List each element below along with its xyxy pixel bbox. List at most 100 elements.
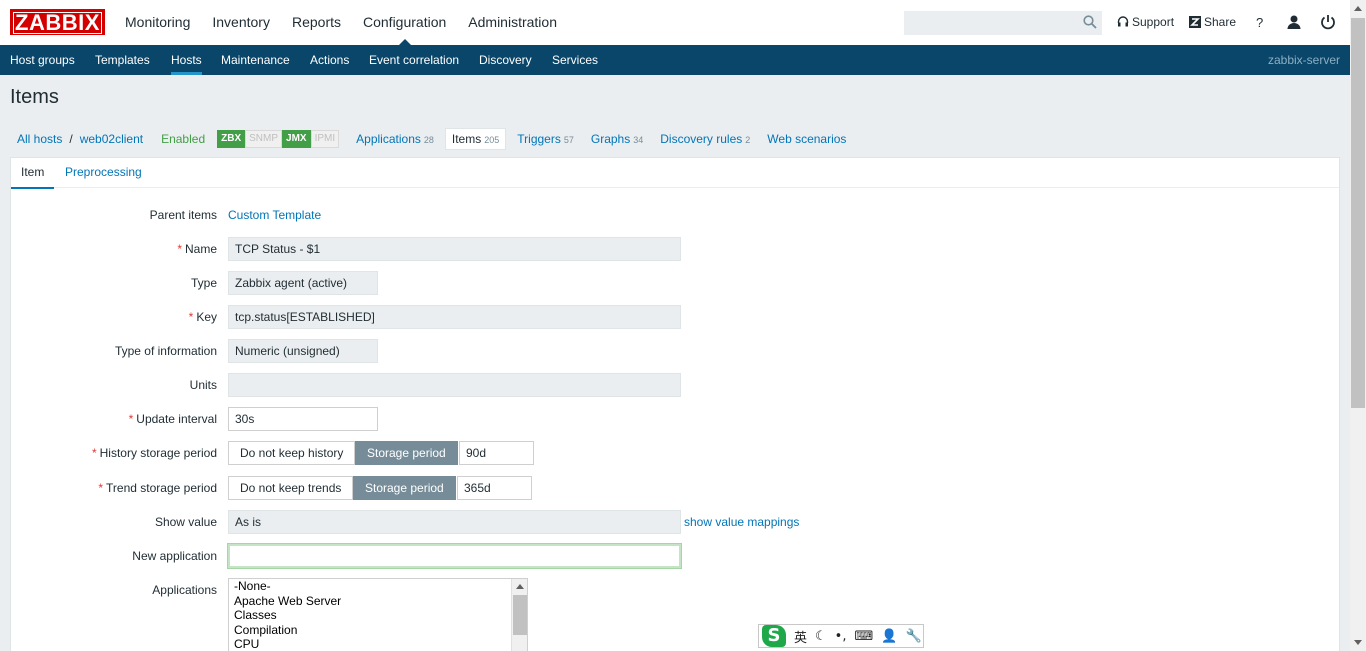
host-navigation: All hosts / web02client Enabled ZBX SNMP… (10, 127, 866, 151)
nav-graphs[interactable]: Graphs 34 (591, 132, 643, 146)
submenu-templates[interactable]: Templates (95, 45, 150, 75)
application-option[interactable]: Classes (229, 608, 527, 623)
show-value-mappings-link[interactable]: show value mappings (684, 510, 799, 534)
listbox-scroll-up-icon[interactable] (516, 584, 524, 589)
submenu-maintenance[interactable]: Maintenance (221, 45, 290, 75)
moon-icon[interactable]: ☾ (815, 629, 827, 644)
badge-jmx: JMX (282, 130, 311, 148)
submenu-services[interactable]: Services (552, 45, 598, 75)
parent-template-link[interactable]: Custom Template (228, 203, 321, 227)
label-key: * Key (188, 310, 217, 324)
submenu-event-correlation[interactable]: Event correlation (369, 45, 459, 75)
history-period-input[interactable]: 90d (459, 441, 534, 465)
headset-icon (1117, 16, 1129, 27)
breadcrumb-all-hosts[interactable]: All hosts (17, 132, 62, 146)
row-type-of-information: Type of information Numeric (unsigned) (11, 339, 1111, 363)
row-show-value: Show value As is show value mappings (11, 510, 1111, 534)
top-bar: ZABBIX Monitoring Inventory Reports Conf… (0, 0, 1350, 45)
ime-language-toggle[interactable]: 英 (794, 627, 807, 646)
submenu-discovery[interactable]: Discovery (479, 45, 532, 75)
scroll-down-arrow-icon[interactable] (1354, 640, 1362, 645)
new-application-input[interactable] (228, 544, 681, 568)
scroll-up-arrow-icon[interactable] (1354, 6, 1362, 11)
key-field[interactable]: tcp.status[ESTABLISHED] (228, 305, 681, 329)
share-link[interactable]: Share (1189, 15, 1236, 29)
tab-preprocessing[interactable]: Preprocessing (55, 158, 152, 187)
badge-snmp: SNMP (245, 130, 283, 148)
tab-item[interactable]: Item (11, 158, 55, 189)
scrollbar-thumb[interactable] (1351, 18, 1365, 408)
units-field[interactable] (228, 373, 681, 397)
label-type: Type (190, 276, 217, 290)
user-icon[interactable]: 👤 (881, 629, 897, 644)
nav-items[interactable]: Items 205 (444, 128, 507, 150)
trend-do-not-keep-option[interactable]: Do not keep trends (228, 476, 354, 500)
breadcrumb-host[interactable]: web02client (80, 132, 143, 146)
name-field[interactable]: TCP Status - $1 (228, 237, 681, 261)
submenu-hosts[interactable]: Hosts (171, 45, 202, 75)
keyboard-icon[interactable]: ⌨ (854, 629, 873, 644)
nav-triggers[interactable]: Triggers 57 (517, 132, 574, 146)
label-history-storage: * History storage period (91, 446, 217, 460)
application-option[interactable]: Compilation (229, 623, 527, 638)
row-history-storage: * History storage period Do not keep hist… (11, 441, 1111, 465)
label-show-value: Show value (154, 515, 217, 529)
row-parent-items: Parent items Custom Template (11, 203, 1111, 227)
submenu-host-groups[interactable]: Host groups (10, 45, 75, 75)
trend-storage-period-option[interactable]: Storage period (353, 476, 456, 500)
main-menu: Monitoring Inventory Reports Configurati… (125, 0, 579, 45)
show-value-select[interactable]: As is (228, 510, 681, 534)
row-new-application: New application (11, 544, 1111, 568)
search-icon[interactable] (1083, 15, 1097, 29)
search-input[interactable] (904, 11, 1102, 35)
label-parent-items: Parent items (149, 208, 217, 222)
page-scrollbar[interactable] (1350, 0, 1366, 651)
punctuation-icon[interactable]: •, (835, 629, 847, 644)
host-status[interactable]: Enabled (161, 132, 205, 146)
nav-discovery-rules[interactable]: Discovery rules 2 (660, 132, 750, 146)
listbox-scrollbar-thumb[interactable] (513, 595, 527, 635)
type-select[interactable]: Zabbix agent (active) (228, 271, 378, 295)
update-interval-input[interactable]: 30s (228, 407, 378, 431)
type-of-information-select[interactable]: Numeric (unsigned) (228, 339, 378, 363)
sign-out-icon[interactable] (1320, 14, 1336, 30)
application-option[interactable]: Apache Web Server (229, 594, 527, 609)
nav-applications[interactable]: Applications 28 (356, 132, 434, 146)
badge-zbx: ZBX (217, 130, 246, 148)
history-storage-period-option[interactable]: Storage period (355, 441, 458, 465)
application-option[interactable]: CPU (229, 637, 527, 651)
page-title: Items (10, 86, 59, 108)
label-update-interval: * Update interval (128, 412, 217, 426)
menu-monitoring[interactable]: Monitoring (125, 0, 190, 45)
ime-toolbar: S 英 ☾ •, ⌨ 👤 🔧 (758, 624, 924, 648)
nav-web-scenarios[interactable]: Web scenarios (767, 132, 849, 146)
menu-administration[interactable]: Administration (468, 0, 557, 45)
zabbix-logo[interactable]: ZABBIX (10, 9, 105, 35)
row-update-interval: * Update interval 30s (11, 407, 1111, 431)
sogou-logo-icon[interactable]: S (762, 625, 786, 647)
label-applications: Applications (152, 583, 217, 597)
user-profile-icon[interactable] (1286, 14, 1302, 30)
submenu-actions[interactable]: Actions (310, 45, 349, 75)
server-name: zabbix-server (1267, 53, 1340, 67)
label-name: * Name (177, 242, 217, 256)
support-link[interactable]: Support (1117, 15, 1174, 29)
label-type-of-information: Type of information (114, 344, 217, 358)
menu-configuration[interactable]: Configuration (363, 0, 446, 45)
menu-reports[interactable]: Reports (292, 0, 341, 45)
application-option[interactable]: -None- (229, 579, 527, 594)
trend-period-input[interactable]: 365d (457, 476, 532, 500)
listbox-scrollbar[interactable] (511, 579, 527, 651)
help-link[interactable]: ? (1256, 15, 1263, 30)
history-do-not-keep-option[interactable]: Do not keep history (228, 441, 356, 465)
label-units: Units (189, 378, 217, 392)
availability-badges: ZBX SNMP JMX IPMI (217, 130, 340, 148)
form-tabs: Item Preprocessing (11, 158, 1339, 189)
wrench-icon[interactable]: 🔧 (905, 629, 921, 644)
row-type: Type Zabbix agent (active) (11, 271, 1111, 295)
row-key: * Key tcp.status[ESTABLISHED] (11, 305, 1111, 329)
applications-listbox[interactable]: -None- Apache Web Server Classes Compila… (228, 578, 528, 651)
menu-inventory[interactable]: Inventory (212, 0, 270, 45)
breadcrumb-separator: / (69, 132, 73, 146)
share-icon (1189, 16, 1201, 28)
